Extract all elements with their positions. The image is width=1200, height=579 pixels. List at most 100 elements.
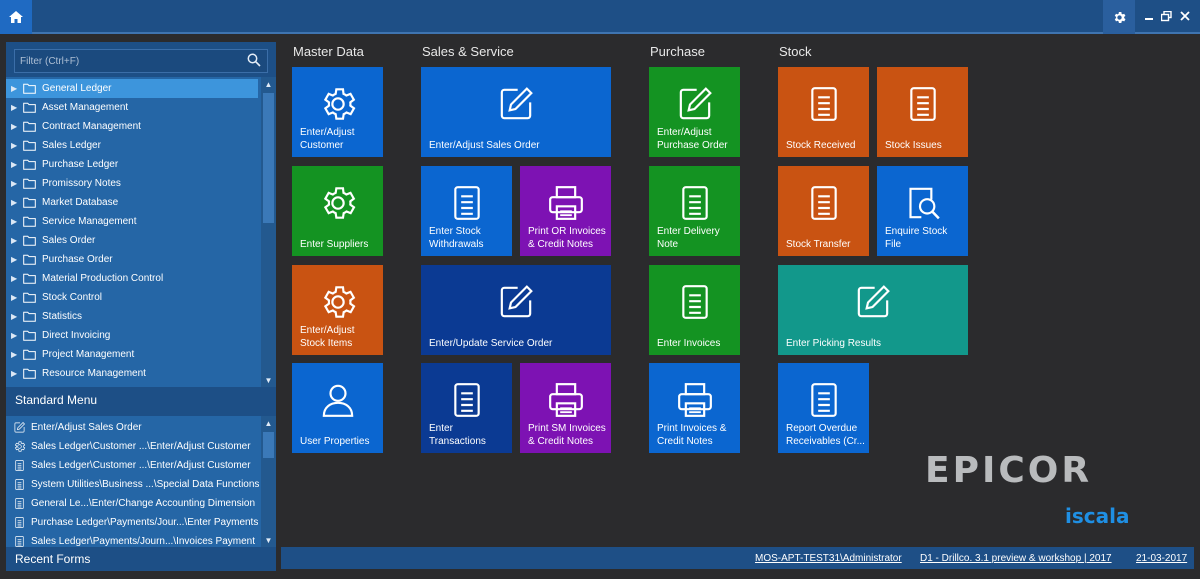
recent-scrollbar[interactable]: ▲ ▼	[261, 416, 276, 547]
home-button[interactable]	[0, 0, 32, 34]
recent-form-item[interactable]: System Utilities\Business ...\Special Da…	[6, 475, 260, 494]
expand-arrow-icon[interactable]: ▶	[11, 122, 22, 131]
document-icon	[675, 282, 715, 322]
printer-icon	[546, 380, 586, 420]
scroll-up-arrow-icon[interactable]: ▲	[261, 77, 276, 91]
expand-arrow-icon[interactable]: ▶	[11, 331, 22, 340]
tile-19[interactable]: Enter Picking Results	[778, 265, 968, 355]
settings-button[interactable]	[1103, 0, 1135, 34]
tile-2[interactable]: Enter Suppliers	[292, 166, 383, 256]
tree-item[interactable]: ▶ General Ledger	[6, 79, 258, 98]
expand-arrow-icon[interactable]: ▶	[11, 141, 22, 150]
expand-arrow-icon[interactable]: ▶	[11, 369, 22, 378]
recent-form-item[interactable]: Sales Ledger\Customer ...\Enter/Adjust C…	[6, 437, 260, 456]
tree-item[interactable]: ▶ Promissory Notes	[6, 174, 258, 193]
tree-item[interactable]: ▶ Contract Management	[6, 117, 258, 136]
close-button[interactable]	[1178, 9, 1191, 23]
tile-5[interactable]: Enter/Adjust Sales Order	[421, 67, 611, 157]
tile-4[interactable]: User Properties	[292, 363, 383, 453]
status-company[interactable]: D1 - Drillco. 3.1 preview & workshop | 2…	[920, 553, 1112, 564]
expand-arrow-icon[interactable]: ▶	[11, 293, 22, 302]
tile-16[interactable]: Stock Issues	[877, 67, 968, 157]
tile-6[interactable]: Enter Stock Withdrawals	[421, 166, 512, 256]
restore-button[interactable]	[1160, 9, 1173, 23]
tile-label: Enter/Adjust Customer	[300, 127, 355, 151]
scroll-down-arrow-icon[interactable]: ▼	[261, 533, 276, 547]
recent-form-item[interactable]: General Le...\Enter/Change Accounting Di…	[6, 494, 260, 513]
tile-18[interactable]: Enquire Stock File	[877, 166, 968, 256]
tree-scrollbar[interactable]: ▲ ▼	[261, 77, 276, 387]
tree-item[interactable]: ▶ Asset Management	[6, 98, 258, 117]
tile-17[interactable]: Stock Transfer	[778, 166, 869, 256]
tree-item-label: Service Management	[42, 216, 137, 227]
scroll-thumb[interactable]	[263, 93, 274, 223]
tree-item-label: Statistics	[42, 311, 83, 322]
tile-8[interactable]: Enter/Update Service Order	[421, 265, 611, 355]
minimize-button[interactable]	[1142, 9, 1155, 23]
standard-menu-label: Standard Menu	[15, 393, 98, 407]
tree-item[interactable]: ▶ Stock Control	[6, 288, 258, 307]
search-icon[interactable]	[247, 53, 261, 72]
expand-arrow-icon[interactable]: ▶	[11, 312, 22, 321]
expand-arrow-icon[interactable]: ▶	[11, 236, 22, 245]
home-icon	[9, 11, 23, 23]
tree-item-label: Promissory Notes	[42, 178, 121, 189]
expand-arrow-icon[interactable]: ▶	[11, 103, 22, 112]
expand-arrow-icon[interactable]: ▶	[11, 84, 22, 93]
sidebar: ▲ ▼ ▶ General Ledger ▶ Asset Management ▶ Con…	[6, 42, 276, 571]
tile-20[interactable]: Report Overdue Receivables (Cr...	[778, 363, 869, 453]
tile-3[interactable]: Enter/Adjust Stock Items	[292, 265, 383, 355]
recent-form-item[interactable]: Enter/Adjust Sales Order	[6, 418, 260, 437]
tile-9[interactable]: Enter Transactions	[421, 363, 512, 453]
tile-12[interactable]: Enter Delivery Note	[649, 166, 740, 256]
expand-arrow-icon[interactable]: ▶	[11, 198, 22, 207]
tree-item[interactable]: ▶ Purchase Ledger	[6, 155, 258, 174]
tree-item[interactable]: ▶ Material Production Control	[6, 269, 258, 288]
expand-arrow-icon[interactable]: ▶	[11, 255, 22, 264]
tree-item[interactable]: ▶ Direct Invoicing	[6, 326, 258, 345]
tree-item[interactable]: ▶ Sales Ledger	[6, 136, 258, 155]
group-title-sales-service: Sales & Service	[422, 44, 514, 59]
document-icon	[675, 183, 715, 223]
tile-7[interactable]: Print OR Invoices & Credit Notes	[520, 166, 611, 256]
expand-arrow-icon[interactable]: ▶	[11, 217, 22, 226]
tree-item[interactable]: ▶ Resource Management	[6, 364, 258, 383]
folder-icon	[23, 83, 36, 94]
restore-icon	[1161, 10, 1172, 21]
tile-1[interactable]: Enter/Adjust Customer	[292, 67, 383, 157]
tile-10[interactable]: Print SM Invoices & Credit Notes	[520, 363, 611, 453]
recent-form-label: Sales Ledger\Customer ...\Enter/Adjust C…	[31, 460, 251, 471]
expand-arrow-icon[interactable]: ▶	[11, 350, 22, 359]
standard-menu-header[interactable]: Standard Menu	[6, 388, 276, 412]
scroll-down-arrow-icon[interactable]: ▼	[261, 373, 276, 387]
tile-14[interactable]: Print Invoices & Credit Notes	[649, 363, 740, 453]
tree-item[interactable]: ▶ Sales Order	[6, 231, 258, 250]
expand-arrow-icon[interactable]: ▶	[11, 160, 22, 169]
tile-15[interactable]: Stock Received	[778, 67, 869, 157]
gear-icon	[1114, 11, 1125, 23]
tile-11[interactable]: Enter/Adjust Purchase Order	[649, 67, 740, 157]
recent-form-item[interactable]: Purchase Ledger\Payments/Jour...\Enter P…	[6, 513, 260, 532]
recent-forms-header[interactable]: Recent Forms	[6, 547, 276, 571]
status-server-user[interactable]: MOS-APT-TEST31\Administrator	[755, 553, 902, 564]
tree-item[interactable]: ▶ Statistics	[6, 307, 258, 326]
recent-form-item[interactable]: Sales Ledger\Payments/Journ...\Invoices …	[6, 532, 260, 547]
scroll-thumb[interactable]	[263, 432, 274, 458]
recent-form-item[interactable]: Sales Ledger\Customer ...\Enter/Adjust C…	[6, 456, 260, 475]
scroll-up-arrow-icon[interactable]: ▲	[261, 416, 276, 430]
group-title-master-data: Master Data	[293, 44, 364, 59]
tree-item[interactable]: ▶ Service Management	[6, 212, 258, 231]
edit-icon	[496, 282, 536, 322]
tree-item-label: Project Management	[42, 349, 135, 360]
tree-item[interactable]: ▶ Project Management	[6, 345, 258, 364]
expand-arrow-icon[interactable]: ▶	[11, 179, 22, 188]
document-icon	[447, 183, 487, 223]
tree-item[interactable]: ▶ Market Database	[6, 193, 258, 212]
expand-arrow-icon[interactable]: ▶	[11, 274, 22, 283]
filter-input[interactable]	[15, 55, 235, 67]
status-date[interactable]: 21-03-2017	[1136, 553, 1187, 564]
document-icon	[804, 84, 844, 124]
folder-icon	[23, 368, 36, 379]
tile-13[interactable]: Enter Invoices	[649, 265, 740, 355]
tree-item[interactable]: ▶ Purchase Order	[6, 250, 258, 269]
